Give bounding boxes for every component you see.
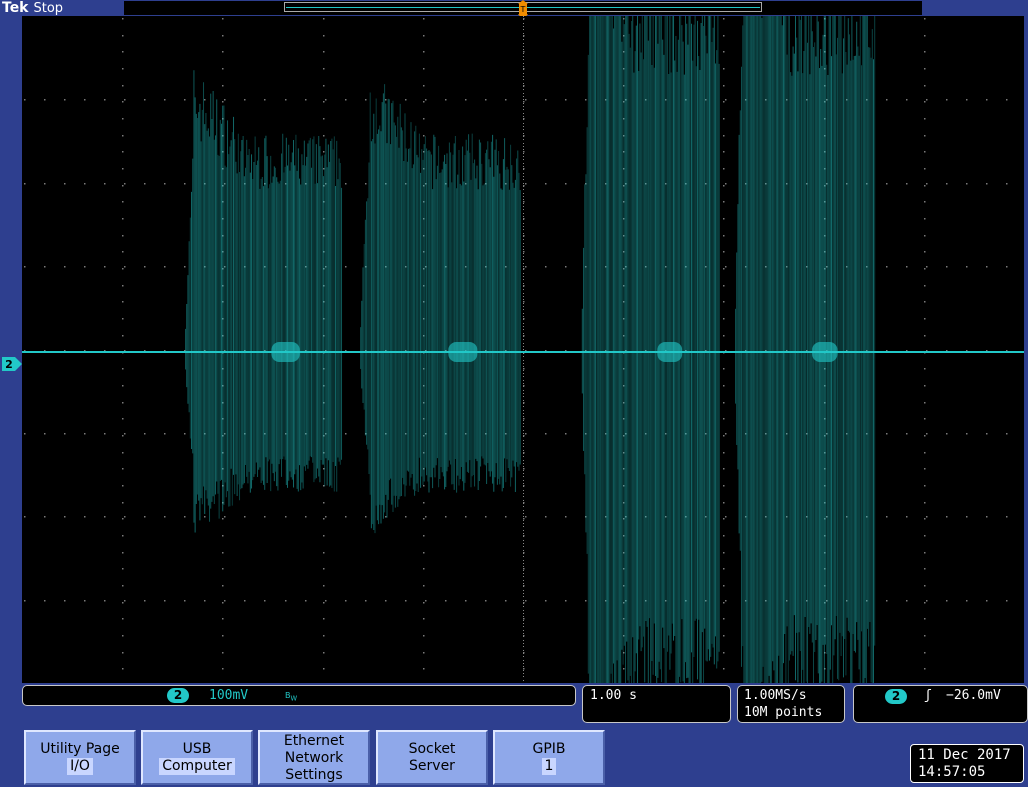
waveform-core bbox=[448, 342, 478, 362]
time-per-division: 1.00 s bbox=[590, 688, 637, 703]
svg-text:2: 2 bbox=[5, 358, 13, 371]
rising-edge-icon: ʃ bbox=[924, 688, 932, 703]
bandwidth-limit-icon: BW bbox=[285, 691, 298, 703]
menu-label: GPIB bbox=[532, 741, 566, 757]
menu-label: Utility Page bbox=[40, 741, 120, 757]
waveform-graticule[interactable] bbox=[22, 16, 1024, 683]
readout-row: 2 100mV BW 1.00 s 1.00MS/s 10M points 2 … bbox=[22, 685, 1028, 725]
trigger-source-badge: 2 bbox=[885, 689, 907, 704]
top-status-bar: Tek Stop T bbox=[0, 0, 1028, 20]
sample-rate: 1.00MS/s bbox=[744, 688, 807, 703]
channel-badge: 2 bbox=[167, 688, 189, 703]
menu-label: Server bbox=[409, 758, 455, 774]
tek-logo: Tek bbox=[2, 0, 29, 16]
gpib-button[interactable]: GPIB 1 bbox=[493, 730, 605, 785]
menu-label: Network bbox=[284, 750, 344, 766]
brand-and-state: Tek Stop bbox=[2, 0, 63, 16]
date: 11 Dec 2017 bbox=[918, 747, 1011, 763]
menu-label: Socket bbox=[408, 741, 456, 757]
menu-label: Ethernet bbox=[283, 733, 345, 749]
menu-label: Settings bbox=[285, 767, 343, 783]
ethernet-network-settings-button[interactable]: Ethernet Network Settings bbox=[258, 730, 370, 785]
svg-text:T: T bbox=[520, 5, 526, 14]
horizontal-readout[interactable]: 1.00 s bbox=[582, 685, 731, 723]
menu-value: Computer bbox=[159, 758, 235, 775]
channel-2-ground-marker[interactable]: 2 bbox=[2, 357, 22, 371]
socket-server-button[interactable]: Socket Server bbox=[376, 730, 488, 785]
usb-computer-button[interactable]: USB Computer bbox=[141, 730, 253, 785]
trigger-readout[interactable]: 2 ʃ −26.0mV bbox=[853, 685, 1028, 723]
menu-value: I/O bbox=[67, 758, 93, 775]
menu-value: 1 bbox=[541, 758, 557, 775]
menu-label: USB bbox=[182, 741, 212, 757]
time: 14:57:05 bbox=[918, 764, 986, 780]
acquisition-readout[interactable]: 1.00MS/s 10M points bbox=[737, 685, 845, 723]
trigger-level: −26.0mV bbox=[946, 688, 1001, 703]
waveform-core bbox=[271, 342, 300, 362]
utility-page-io-button[interactable]: Utility Page I/O bbox=[24, 730, 136, 785]
record-length: 10M points bbox=[744, 705, 823, 720]
vertical-readout[interactable]: 2 100mV BW bbox=[22, 685, 576, 706]
acquisition-state[interactable]: Stop bbox=[34, 1, 64, 16]
waveform-core bbox=[657, 342, 683, 362]
date-time-display: 11 Dec 2017 14:57:05 bbox=[910, 744, 1024, 783]
waveform-core bbox=[812, 342, 838, 362]
vertical-scale: 100mV bbox=[209, 688, 249, 703]
